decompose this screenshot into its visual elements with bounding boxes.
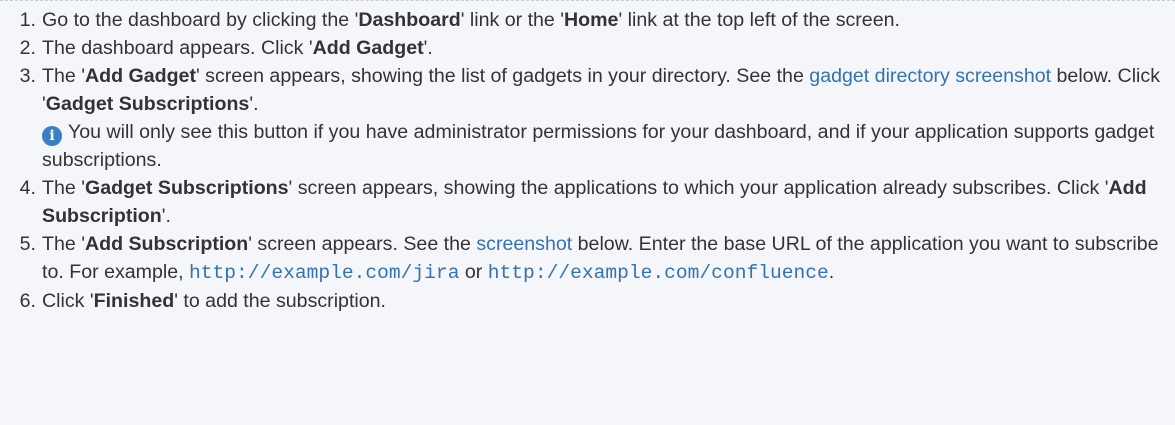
step-number: 4.: [19, 177, 36, 199]
instructions-panel: 1. Go to the dashboard by clicking the '…: [0, 0, 1175, 425]
step-number: 3.: [19, 65, 36, 87]
step-4: 4. The 'Gadget Subscriptions' screen app…: [0, 174, 1175, 230]
add-subscription-label: Add Subscription: [84, 233, 249, 255]
step-number: 6.: [19, 290, 36, 312]
dashboard-label: Dashboard: [358, 9, 461, 31]
step-text: '.: [423, 37, 433, 59]
gadget-directory-screenshot-link[interactable]: gadget directory screenshot: [809, 65, 1051, 87]
gadget-subscriptions-label: Gadget Subscriptions: [45, 93, 250, 115]
confluence-url-example: http://example.com/confluence: [487, 262, 829, 284]
info-note: i You will only see this button if you ha…: [42, 118, 1165, 174]
screenshot-link[interactable]: screenshot: [476, 233, 572, 255]
step-text: ' link at the top left of the screen.: [618, 9, 900, 31]
info-icon: i: [42, 126, 62, 146]
step-text: or: [459, 261, 488, 283]
step-2: 2. The dashboard appears. Click 'Add Gad…: [0, 34, 1175, 62]
step-text: ' link or the ': [460, 9, 565, 31]
step-6: 6. Click 'Finished' to add the subscript…: [0, 287, 1175, 315]
step-text: ' screen appears, showing the list of ga…: [195, 65, 810, 87]
add-gadget-label: Add Gadget: [84, 65, 196, 87]
info-note-text: You will only see this button if you hav…: [42, 121, 1155, 171]
step-text: .: [828, 261, 835, 283]
step-5: 5. The 'Add Subscription' screen appears…: [0, 230, 1175, 287]
finished-label: Finished: [93, 290, 175, 312]
home-label: Home: [564, 9, 619, 31]
step-text: '.: [249, 93, 259, 115]
step-1: 1. Go to the dashboard by clicking the '…: [0, 6, 1175, 34]
step-text: ' to add the subscription.: [174, 290, 386, 312]
step-number: 1.: [19, 9, 36, 31]
step-text: ' screen appears, showing the applicatio…: [288, 177, 1109, 199]
step-text: ' screen appears. See the: [248, 233, 477, 255]
step-text: '.: [161, 205, 171, 227]
step-text: The ': [42, 65, 85, 87]
step-number: 2.: [19, 37, 36, 59]
jira-url-example: http://example.com/jira: [189, 262, 460, 284]
step-text: The dashboard appears. Click ': [42, 37, 313, 59]
step-3: 3. The 'Add Gadget' screen appears, show…: [0, 62, 1175, 174]
gadget-subscriptions-label: Gadget Subscriptions: [84, 177, 289, 199]
step-number: 5.: [19, 233, 36, 255]
step-text: The ': [42, 177, 85, 199]
step-text: Go to the dashboard by clicking the ': [42, 9, 359, 31]
add-gadget-label: Add Gadget: [312, 37, 424, 59]
step-text: The ': [42, 233, 85, 255]
steps-list: 1. Go to the dashboard by clicking the '…: [0, 6, 1175, 315]
step-text: Click ': [42, 290, 94, 312]
